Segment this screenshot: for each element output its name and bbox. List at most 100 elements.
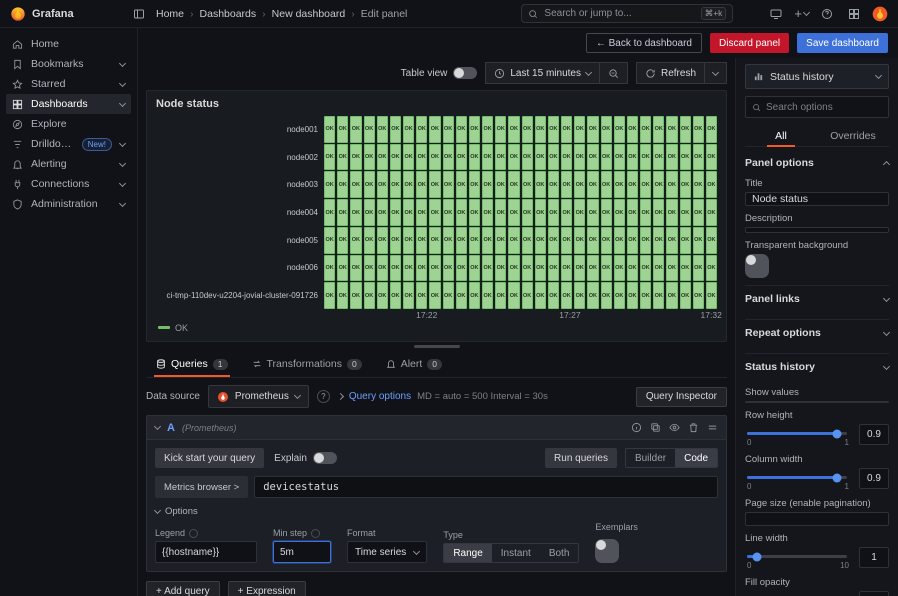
- sidebar-item-connections[interactable]: Connections: [6, 174, 131, 194]
- status-history-section-header[interactable]: Status history: [745, 353, 889, 380]
- status-cell[interactable]: OK: [337, 199, 348, 226]
- status-cell[interactable]: OK: [548, 282, 559, 309]
- status-cell[interactable]: OK: [653, 171, 664, 198]
- status-cell[interactable]: OK: [377, 282, 388, 309]
- status-cell[interactable]: OK: [456, 282, 467, 309]
- status-cell[interactable]: OK: [653, 199, 664, 226]
- status-cell[interactable]: OK: [574, 199, 585, 226]
- breadcrumb-item-home[interactable]: Home: [156, 8, 184, 20]
- status-cell[interactable]: OK: [337, 255, 348, 282]
- eye-icon[interactable]: [669, 422, 680, 433]
- query-options-collapse[interactable]: Options: [155, 506, 718, 517]
- metrics-browser-button[interactable]: Metrics browser >: [155, 476, 248, 498]
- status-cell[interactable]: OK: [653, 282, 664, 309]
- slider-value-input[interactable]: 0.9: [859, 424, 889, 445]
- status-cell[interactable]: OK: [587, 227, 598, 254]
- format-select[interactable]: Time series: [347, 541, 427, 563]
- status-cell[interactable]: OK: [429, 171, 440, 198]
- slider-handle[interactable]: [833, 473, 842, 482]
- status-cell[interactable]: OK: [482, 171, 493, 198]
- run-queries-button[interactable]: Run queries: [545, 448, 617, 468]
- status-cell[interactable]: OK: [508, 171, 519, 198]
- status-cell[interactable]: OK: [390, 282, 401, 309]
- status-cell[interactable]: OK: [364, 116, 375, 143]
- status-cell[interactable]: OK: [522, 255, 533, 282]
- status-cell[interactable]: OK: [416, 255, 427, 282]
- status-cell[interactable]: OK: [666, 171, 677, 198]
- status-cell[interactable]: OK: [508, 116, 519, 143]
- status-cell[interactable]: OK: [508, 144, 519, 171]
- status-cell[interactable]: OK: [443, 199, 454, 226]
- status-cell[interactable]: OK: [614, 144, 625, 171]
- status-cell[interactable]: OK: [706, 144, 717, 171]
- builder-option[interactable]: Builder: [626, 449, 675, 467]
- status-cell[interactable]: OK: [377, 144, 388, 171]
- status-cell[interactable]: OK: [495, 199, 506, 226]
- status-cell[interactable]: OK: [561, 255, 572, 282]
- status-cell[interactable]: OK: [680, 255, 691, 282]
- status-cell[interactable]: OK: [653, 144, 664, 171]
- status-cell[interactable]: OK: [456, 144, 467, 171]
- status-cell[interactable]: OK: [680, 116, 691, 143]
- slider-handle[interactable]: [753, 552, 762, 561]
- status-cell[interactable]: OK: [522, 144, 533, 171]
- status-cell[interactable]: OK: [324, 227, 335, 254]
- editor-resize-handle[interactable]: [146, 342, 727, 351]
- status-cell[interactable]: OK: [535, 199, 546, 226]
- status-cell[interactable]: OK: [350, 282, 361, 309]
- sidebar-item-dashboards[interactable]: Dashboards: [6, 94, 131, 114]
- type-both-option[interactable]: Both: [540, 544, 579, 562]
- status-cell[interactable]: OK: [337, 171, 348, 198]
- status-cell[interactable]: OK: [324, 255, 335, 282]
- status-cell[interactable]: OK: [666, 199, 677, 226]
- status-cell[interactable]: OK: [653, 227, 664, 254]
- status-cell[interactable]: OK: [535, 255, 546, 282]
- status-cell[interactable]: OK: [403, 116, 414, 143]
- status-cell[interactable]: OK: [601, 282, 612, 309]
- legend-field-input[interactable]: [155, 541, 257, 563]
- query-options-toggle[interactable]: Query options MD = auto = 500 Interval =…: [338, 391, 548, 402]
- status-cell[interactable]: OK: [350, 144, 361, 171]
- legend-label[interactable]: OK: [175, 323, 188, 333]
- status-cell[interactable]: OK: [548, 199, 559, 226]
- status-cell[interactable]: OK: [666, 282, 677, 309]
- status-cell[interactable]: OK: [535, 144, 546, 171]
- status-cell[interactable]: OK: [640, 116, 651, 143]
- status-cell[interactable]: OK: [640, 199, 651, 226]
- status-cell[interactable]: OK: [574, 116, 585, 143]
- status-cell[interactable]: OK: [548, 171, 559, 198]
- status-cell[interactable]: OK: [522, 282, 533, 309]
- status-cell[interactable]: OK: [535, 227, 546, 254]
- sidebar-item-administration[interactable]: Administration: [6, 194, 131, 214]
- status-cell[interactable]: OK: [390, 199, 401, 226]
- status-cell[interactable]: OK: [640, 227, 651, 254]
- status-cell[interactable]: OK: [587, 144, 598, 171]
- slider-track[interactable]: [747, 432, 847, 435]
- status-cell[interactable]: OK: [693, 144, 704, 171]
- table-view-toggle[interactable]: [453, 67, 477, 79]
- status-cell[interactable]: OK: [403, 255, 414, 282]
- status-cell[interactable]: OK: [403, 171, 414, 198]
- panel-description-textarea[interactable]: [745, 227, 889, 233]
- status-cell[interactable]: OK: [561, 116, 572, 143]
- breadcrumb-item-dashboards[interactable]: Dashboards: [200, 8, 257, 20]
- datasource-picker[interactable]: Prometheus: [208, 385, 309, 408]
- status-cell[interactable]: OK: [535, 171, 546, 198]
- status-cell[interactable]: OK: [601, 171, 612, 198]
- status-cell[interactable]: OK: [587, 199, 598, 226]
- query-inspector-button[interactable]: Query Inspector: [636, 387, 727, 407]
- status-cell[interactable]: OK: [324, 171, 335, 198]
- type-range-option[interactable]: Range: [444, 544, 491, 562]
- user-avatar[interactable]: [872, 6, 888, 22]
- status-cell[interactable]: OK: [482, 282, 493, 309]
- status-cell[interactable]: OK: [482, 144, 493, 171]
- visualization-picker[interactable]: Status history: [745, 64, 889, 89]
- save-dashboard-button[interactable]: Save dashboard: [797, 33, 888, 53]
- status-cell[interactable]: OK: [364, 227, 375, 254]
- status-cell[interactable]: OK: [337, 282, 348, 309]
- status-cell[interactable]: OK: [482, 116, 493, 143]
- discard-panel-button[interactable]: Discard panel: [710, 33, 789, 53]
- status-cell[interactable]: OK: [706, 171, 717, 198]
- status-cell[interactable]: OK: [640, 282, 651, 309]
- status-cell[interactable]: OK: [377, 116, 388, 143]
